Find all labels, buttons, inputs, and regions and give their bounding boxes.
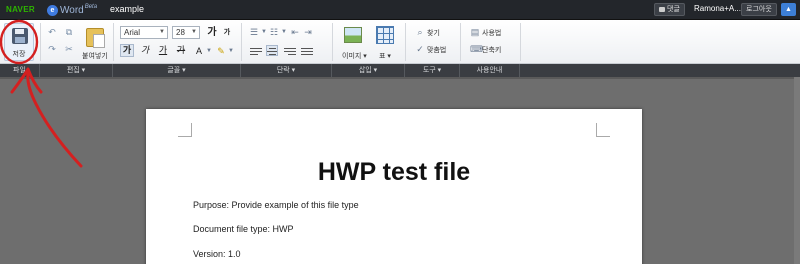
find-button[interactable]: 찾기: [427, 28, 440, 38]
grow-font-button[interactable]: 가: [205, 26, 219, 39]
crop-mark: [178, 123, 192, 137]
document-title[interactable]: HWP test file: [146, 158, 642, 187]
chevron-down-icon[interactable]: ▼: [279, 27, 289, 37]
chevron-down-icon: ▼: [191, 29, 197, 35]
underline-button[interactable]: 가: [156, 44, 170, 57]
table-icon[interactable]: [376, 26, 394, 44]
user-name[interactable]: Ramona+A...: [694, 4, 741, 13]
divider: [460, 23, 461, 61]
beta-badge: Beta: [84, 4, 98, 10]
divider: [241, 23, 242, 61]
naver-word-logo[interactable]: e Word Beta: [47, 3, 97, 17]
section-insert[interactable]: 삽입 ▾: [332, 64, 405, 77]
section-font[interactable]: 글꼴 ▾: [113, 64, 241, 77]
document-paragraph[interactable]: Purpose: Provide example of this file ty…: [193, 200, 359, 210]
canvas-shadow: [0, 77, 800, 79]
spellcheck-icon[interactable]: ✓: [415, 44, 425, 54]
section-help[interactable]: 사용안내: [460, 64, 520, 77]
divider: [113, 23, 114, 61]
section-tools[interactable]: 도구 ▾: [405, 64, 460, 77]
indent-icon[interactable]: ⇥: [303, 27, 313, 37]
align-left-icon[interactable]: [250, 46, 262, 57]
ribbon-toolbar: 저장 ↶ ↷ ⧉ ✂ 붙여넣기 Arial ▼ 28 ▼ 가 가 가 가 가 가…: [0, 20, 800, 64]
copy-icon[interactable]: ⧉: [64, 27, 74, 37]
usage-button[interactable]: 사용법: [482, 28, 501, 38]
save-button[interactable]: 저장: [4, 23, 34, 61]
logout-button[interactable]: 로그아웃: [741, 3, 777, 16]
chevron-down-icon[interactable]: ▼: [259, 27, 269, 37]
document-paragraph[interactable]: Version: 1.0: [193, 249, 241, 259]
spellcheck-button[interactable]: 맞춤법: [427, 45, 446, 55]
font-family-select[interactable]: Arial ▼: [120, 26, 168, 39]
document-page[interactable]: HWP test file Purpose: Provide example o…: [146, 109, 642, 264]
align-center-icon[interactable]: [266, 45, 278, 56]
naver-word-editor: NAVER e Word Beta example 댓글 Ramona+A...…: [0, 0, 800, 264]
vertical-scrollbar[interactable]: [794, 77, 800, 264]
align-right-icon[interactable]: [284, 46, 296, 57]
app-name: Word: [60, 4, 84, 16]
floppy-disk-icon: [12, 28, 28, 44]
divider: [40, 23, 41, 61]
highlight-icon[interactable]: ✎: [216, 46, 226, 56]
crop-mark: [596, 123, 610, 137]
chevron-up-icon[interactable]: ▲: [781, 3, 796, 16]
undo-icon[interactable]: ↶: [47, 27, 57, 37]
font-color-icon[interactable]: A: [194, 46, 204, 56]
comment-label: 댓글: [667, 6, 680, 13]
comment-button[interactable]: 댓글: [654, 3, 685, 16]
outdent-icon[interactable]: ⇤: [290, 27, 300, 37]
font-size-value: 28: [176, 28, 185, 37]
shortcut-button[interactable]: 단축키: [482, 45, 501, 55]
divider: [520, 23, 521, 61]
font-family-value: Arial: [124, 28, 141, 37]
bullet-list-icon[interactable]: ☰: [249, 27, 259, 37]
section-file[interactable]: 파일: [0, 64, 40, 77]
chevron-down-icon[interactable]: ▼: [204, 46, 214, 56]
ribbon-section-bar: 파일 편집 ▾ 글꼴 ▾ 단락 ▾ 삽입 ▾ 도구 ▾ 사용안내: [0, 64, 800, 77]
font-size-select[interactable]: 28 ▼: [172, 26, 200, 39]
insert-table-button[interactable]: 표 ▾: [379, 51, 391, 61]
insert-image-button[interactable]: 이미지 ▾: [342, 51, 367, 61]
title-bar: NAVER e Word Beta example 댓글 Ramona+A...…: [0, 0, 800, 20]
shrink-font-button[interactable]: 가: [220, 26, 234, 39]
word-app-icon: e: [47, 4, 58, 16]
redo-icon[interactable]: ↷: [47, 44, 57, 54]
naver-logo[interactable]: NAVER: [6, 5, 35, 14]
save-label: 저장: [12, 51, 26, 58]
comment-icon: [659, 7, 665, 12]
strikethrough-button[interactable]: 가: [174, 44, 188, 57]
justify-icon[interactable]: [301, 46, 313, 57]
keyboard-icon[interactable]: ⌨: [470, 44, 483, 54]
section-paragraph[interactable]: 단락 ▾: [241, 64, 332, 77]
bold-button[interactable]: 가: [120, 44, 134, 57]
chevron-down-icon: ▼: [159, 29, 165, 35]
document-paragraph[interactable]: Document file type: HWP: [193, 224, 294, 234]
find-icon[interactable]: ⌕: [415, 27, 425, 37]
chevron-down-icon[interactable]: ▼: [226, 46, 236, 56]
divider: [405, 23, 406, 61]
paste-label[interactable]: 붙여넣기: [82, 51, 108, 61]
paste-icon[interactable]: [86, 28, 105, 48]
help-book-icon[interactable]: ▤: [470, 27, 480, 37]
divider: [332, 23, 333, 61]
document-name[interactable]: example: [110, 4, 144, 14]
image-icon[interactable]: [344, 27, 362, 43]
italic-button[interactable]: 가: [138, 44, 152, 57]
numbered-list-icon[interactable]: ☷: [269, 27, 279, 37]
section-edit[interactable]: 편집 ▾: [40, 64, 113, 77]
cut-icon[interactable]: ✂: [64, 44, 74, 54]
